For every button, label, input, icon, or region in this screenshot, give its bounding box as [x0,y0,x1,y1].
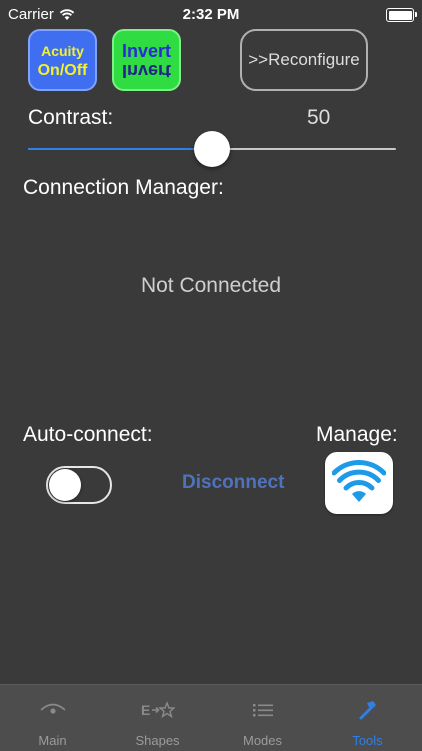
shapes-icon: E [141,701,175,719]
auto-connect-toggle[interactable] [46,466,112,504]
status-bar: Carrier 2:32 PM [0,0,422,30]
connection-manager-title: Connection Manager: [23,176,224,199]
tab-main[interactable]: Main [0,685,105,751]
contrast-value: 50 [307,106,331,129]
tab-modes[interactable]: Modes [210,685,315,751]
slider-thumb[interactable] [194,131,230,167]
acuity-label-line1: Acuity [41,43,84,59]
acuity-toggle-button[interactable]: Acuity On/Off [28,29,97,91]
svg-text:E: E [141,702,150,718]
manage-wifi-button[interactable] [325,452,393,514]
invert-button[interactable]: Invert Invert [112,29,181,91]
disconnect-button[interactable]: Disconnect [182,472,284,494]
tab-shapes[interactable]: E Shapes [105,685,210,751]
eye-icon [39,703,66,714]
connection-status: Not Connected [140,274,282,297]
tab-tools[interactable]: Tools [315,685,420,751]
tab-label: Modes [242,733,283,748]
invert-label-mirrored: Invert [121,61,172,81]
toggle-knob [49,469,81,501]
list-icon [252,704,273,717]
tab-label: Main [38,733,67,748]
tab-label: Shapes [135,733,180,748]
contrast-label: Contrast: [28,106,114,129]
tools-icon [359,701,376,720]
acuity-label-line2: On/Off [37,62,88,79]
contrast-slider[interactable] [28,130,396,168]
status-time: 2:32 PM [182,6,240,23]
tab-bar: Main E Shapes Modes Tools [0,684,422,751]
invert-label: Invert [121,41,172,61]
battery-icon [386,8,417,22]
tab-label: Tools [352,733,383,748]
slider-fill [28,148,212,150]
auto-connect-label: Auto-connect: [23,423,153,446]
wifi-icon [332,460,386,502]
manage-label: Manage: [316,423,398,446]
reconfigure-button[interactable]: >>Reconfigure [240,29,368,91]
